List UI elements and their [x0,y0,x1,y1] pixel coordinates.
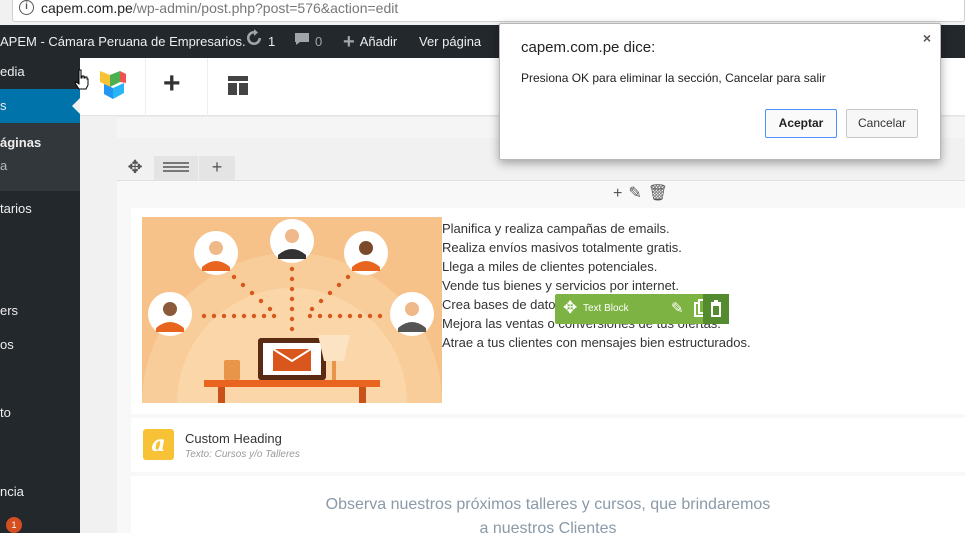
dialog-title: capem.com.pe dice: [521,39,656,56]
pencil-icon[interactable]: ✎ [628,185,641,202]
sidebar-item-comments[interactable]: tarios [0,201,80,216]
sidebar-item-pages[interactable]: s [0,89,80,123]
observa-text: Observa nuestros próximos talleres y cur… [131,493,965,541]
url-host: capem.com.pe [41,0,133,16]
comments-count: 0 [315,34,323,49]
observa-line: a nuestros Clientes [479,520,617,537]
view-page-label: Ver página [419,34,482,49]
hand-cursor-icon [74,69,89,90]
sidebar-item-label: s [0,98,7,113]
submenu-item-add-new[interactable]: a [0,158,80,173]
confirm-dialog: capem.com.pe dice: × Presiona OK para el… [499,23,941,160]
text-line: Planifica y realiza campañas de emails. [442,221,670,236]
sidebar-item-plugins[interactable]: os [0,337,80,352]
refresh-icon [245,26,263,59]
observa-line: Observa nuestros próximos talleres y cur… [325,496,771,513]
plus-icon: + [163,67,181,100]
sidebar-item-label: ncia [0,484,24,499]
sidebar-item-label: tarios [0,201,32,216]
comments-link[interactable]: 0 [294,25,322,58]
comment-icon [294,26,310,59]
row-layout-button[interactable] [154,156,198,180]
trash-icon [711,300,721,317]
sidebar-item-label: ers [0,303,19,318]
move-row-icon[interactable]: ✥ [117,156,153,180]
text-line: Atrae a tus clientes con mensajes bien e… [442,335,751,350]
sidebar-item-media[interactable]: edia [0,64,80,79]
site-name-link[interactable]: APEM - Cámara Peruana de Empresarios. [0,25,246,58]
vc-row: + ✎ 🗑 Planifica y realiza campañas de em… [117,180,965,537]
email-marketing-illustration [142,217,442,403]
browser-address-bar: i capem.com.pe/wp-admin/post.php?post=57… [0,0,965,25]
url-text: capem.com.pe/wp-admin/post.php?post=576&… [41,0,398,16]
sidebar-item-sliders[interactable]: ers [0,303,80,318]
single-image-text-element[interactable]: Planifica y realiza campañas de emails. … [131,208,965,414]
sidebar-item-label: os [0,337,14,352]
trash-icon[interactable]: 🗑 [648,185,668,202]
text-element[interactable]: Observa nuestros próximos talleres y cur… [131,476,965,537]
site-name: APEM - Cámara Peruana de Empresarios. [0,34,246,49]
custom-heading-element[interactable]: a Custom Heading Texto: Cursos y/o Talle… [131,418,965,472]
text-line: Llega a miles de clientes potenciales. [442,259,658,274]
cancel-button[interactable]: Cancelar [846,109,918,138]
view-page-link[interactable]: Ver página [419,25,481,58]
column-controls: + ✎ 🗑 [613,183,674,203]
add-element-button[interactable]: + [145,58,207,116]
info-icon[interactable]: i [19,0,34,15]
sidebar-item-label: to [0,405,11,420]
add-element-icon[interactable]: + [613,185,622,202]
notification-badge: 1 [6,517,22,533]
move-icon[interactable]: ✥ [563,298,577,318]
close-icon[interactable]: × [923,30,931,46]
custom-heading-title: Custom Heading [185,431,282,446]
dialog-message: Presiona OK para eliminar la sección, Ca… [521,71,826,85]
delete-button[interactable] [703,294,729,324]
submenu-item-label: áginas [0,135,42,150]
text-line: Vende tus bienes y servicios por interne… [442,278,680,293]
text-line: Realiza envíos masivos totalmente gratis… [442,240,682,255]
add-new-label: Añadir [359,34,398,49]
custom-heading-icon: a [143,429,174,460]
url-field[interactable]: i capem.com.pe/wp-admin/post.php?post=57… [12,0,965,22]
sidebar-submenu: áginas a [0,123,80,191]
add-column-button[interactable]: + [199,156,235,180]
layout-icon [228,76,248,95]
text-block-toolbar: ✥ Text Block ✎ [555,294,729,324]
plus-icon: + [343,31,355,54]
add-new-link[interactable]: + Añadir [343,25,397,58]
ok-button[interactable]: Aceptar [765,109,837,138]
updates-link[interactable]: 1 [245,25,275,58]
sidebar-item-label: edia [0,64,25,79]
templates-button[interactable] [207,58,269,116]
url-path: /wp-admin/post.php?post=576&action=edit [132,0,399,16]
admin-sidebar: edia s áginas a tarios ers os to ncia 1 [0,58,80,533]
updates-count: 1 [268,34,276,49]
sidebar-item-contact[interactable]: to [0,405,80,420]
text-block-content[interactable]: Planifica y realiza campañas de emails. … [442,219,751,352]
custom-heading-subtitle: Texto: Cursos y/o Talleres [185,449,300,460]
pencil-icon[interactable]: ✎ [671,299,684,317]
sidebar-item-license[interactable]: ncia [0,484,80,499]
vc-logo-icon[interactable] [98,69,128,101]
submenu-item-label: a [0,158,8,173]
submenu-item-all-pages[interactable]: áginas [0,135,80,150]
text-block-label: Text Block [583,303,629,314]
